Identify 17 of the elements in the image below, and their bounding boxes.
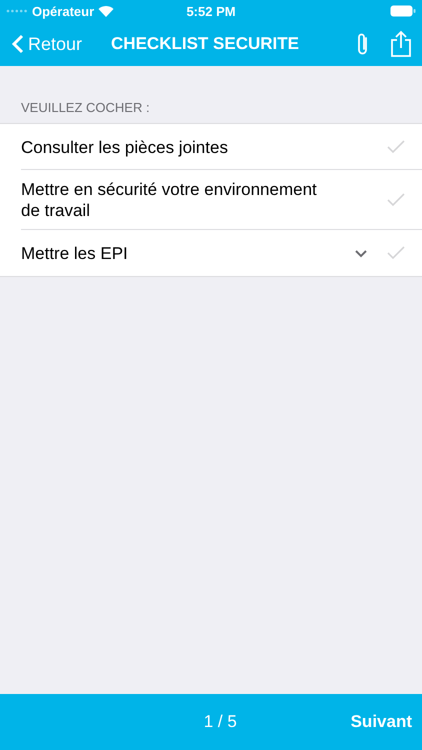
page-counter: 1 / 5: [202, 712, 238, 732]
checklist-item-label[interactable]: Mettre en sécurité votre environnement de travail: [21, 179, 321, 221]
checklist-item-label[interactable]: Mettre les EPI: [21, 242, 321, 264]
signal-icon: [6, 9, 28, 13]
back-chevron-icon[interactable]: [12, 34, 24, 54]
checklist-item-label[interactable]: Consulter les pièces jointes: [21, 136, 321, 158]
chevron-down-icon[interactable]: [354, 248, 368, 258]
checkmark-icon[interactable]: [386, 192, 406, 208]
paperclip-icon[interactable]: [356, 32, 370, 56]
battery-icon: [390, 5, 416, 17]
checkmark-icon[interactable]: [386, 139, 406, 155]
carrier-name: Opérateur: [32, 4, 94, 18]
status-time: 5:52 PM: [186, 4, 236, 18]
share-icon[interactable]: [390, 30, 412, 58]
wifi-icon: [98, 5, 114, 17]
section-header: VEUILLEZ COCHER :: [20, 99, 151, 117]
checkmark-icon[interactable]: [386, 245, 406, 261]
